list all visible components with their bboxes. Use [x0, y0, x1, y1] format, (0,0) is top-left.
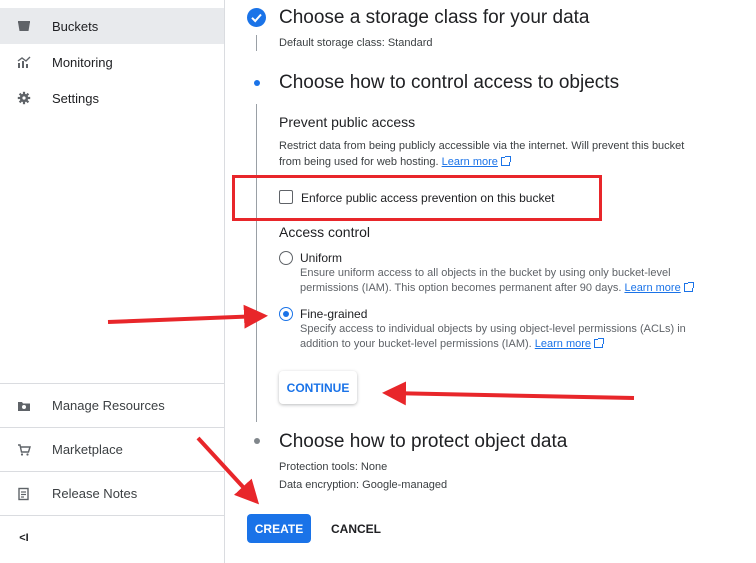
- step-dot-pending: [254, 438, 260, 444]
- data-encryption-summary: Data encryption: Google-managed: [279, 479, 448, 491]
- prevent-public-access-description: Restrict data from being publicly access…: [279, 138, 689, 170]
- uniform-description: Ensure uniform access to all objects in …: [300, 266, 700, 296]
- uniform-description-text: Ensure uniform access to all objects in …: [300, 267, 671, 294]
- create-button[interactable]: CREATE: [247, 514, 311, 543]
- collapse-icon: <I: [19, 531, 29, 544]
- sidebar-item-release-notes[interactable]: Release Notes: [0, 471, 224, 515]
- learn-more-label: Learn more: [534, 338, 592, 350]
- storage-class-summary: Default storage class: Standard: [279, 37, 433, 49]
- step-title-access: Choose how to control access to objects: [279, 72, 620, 93]
- monitoring-chart-icon: [16, 54, 32, 70]
- step-connector: [256, 104, 257, 422]
- fine-grained-radio-label[interactable]: Fine-grained: [300, 307, 367, 321]
- collapse-sidebar-button[interactable]: <I: [0, 515, 224, 559]
- sidebar-item-marketplace[interactable]: Marketplace: [0, 427, 224, 471]
- check-circle-icon: [247, 8, 266, 27]
- cancel-button[interactable]: CANCEL: [326, 514, 386, 543]
- step-dot-active: [254, 80, 260, 86]
- access-control-heading: Access control: [279, 224, 371, 240]
- uniform-radio-label[interactable]: Uniform: [300, 251, 342, 265]
- external-link-icon: [500, 156, 511, 166]
- external-link-icon: [683, 282, 694, 292]
- step-connector: [256, 35, 257, 51]
- gear-icon: [16, 90, 32, 106]
- sidebar-item-label: Settings: [52, 90, 99, 106]
- sidebar-item-settings[interactable]: Settings: [0, 80, 224, 116]
- continue-button[interactable]: CONTINUE: [279, 371, 357, 404]
- uniform-radio[interactable]: [279, 251, 293, 265]
- main-content: Choose a storage class for your data Def…: [226, 0, 756, 563]
- sidebar-item-label: Marketplace: [52, 442, 123, 457]
- learn-more-link[interactable]: Learn more: [441, 156, 511, 168]
- fine-grained-description-text: Specify access to individual objects by …: [300, 323, 686, 350]
- annotation-highlight-box: [232, 175, 602, 221]
- learn-more-link[interactable]: Learn more: [624, 282, 694, 294]
- sidebar: Buckets Monitoring Settings Manage Resou…: [0, 0, 225, 563]
- step-title-protect: Choose how to protect object data: [279, 431, 568, 452]
- fine-grained-description: Specify access to individual objects by …: [300, 322, 700, 352]
- sidebar-item-manage-resources[interactable]: Manage Resources: [0, 383, 224, 427]
- external-link-icon: [594, 338, 605, 348]
- sidebar-item-label: Buckets: [52, 18, 99, 34]
- sidebar-item-label: Manage Resources: [52, 398, 165, 413]
- prevent-public-access-heading: Prevent public access: [279, 114, 416, 130]
- fine-grained-radio[interactable]: [279, 307, 293, 321]
- sidebar-item-buckets[interactable]: Buckets: [0, 8, 224, 44]
- protection-tools-summary: Protection tools: None: [279, 461, 388, 473]
- learn-more-label: Learn more: [624, 282, 681, 294]
- learn-more-link[interactable]: Learn more: [534, 338, 605, 350]
- sidebar-item-label: Monitoring: [52, 54, 113, 70]
- learn-more-label: Learn more: [441, 156, 498, 168]
- sidebar-item-monitoring[interactable]: Monitoring: [0, 44, 224, 80]
- sidebar-item-label: Release Notes: [52, 486, 138, 501]
- marketplace-cart-icon: [16, 442, 32, 458]
- step-title-storage-class: Choose a storage class for your data: [279, 7, 590, 28]
- bucket-icon: [16, 18, 32, 34]
- release-notes-icon: [16, 486, 32, 502]
- manage-resources-icon: [16, 398, 32, 414]
